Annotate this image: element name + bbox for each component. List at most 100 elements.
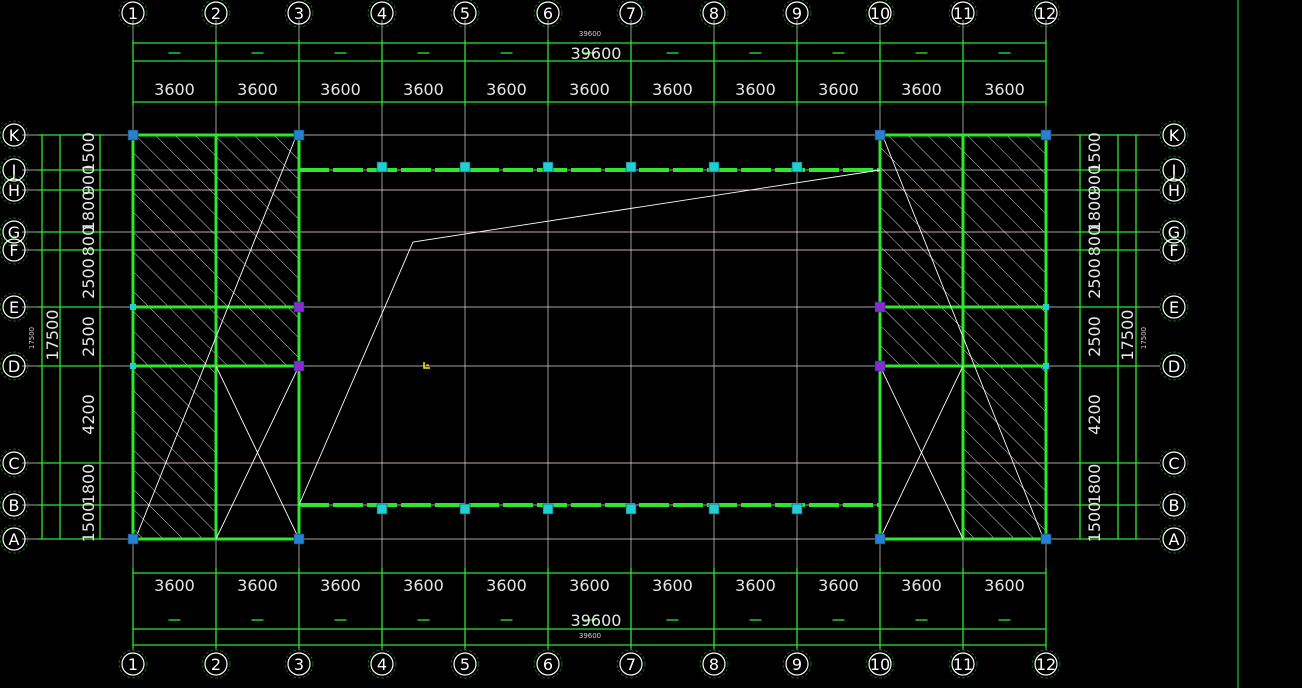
right-bay-label-9: 1500 (1085, 502, 1104, 543)
axis-right-B: B (1159, 490, 1189, 520)
axis-top-5: 5 (450, 0, 480, 28)
axis-bottom-9-label: 9 (792, 655, 802, 674)
axis-bottom-6-label: 6 (543, 655, 553, 674)
axis-bottom-8: 8 (699, 649, 729, 679)
column-cyan-top-2 (459, 161, 471, 173)
right-bay-label-6: 2500 (1085, 316, 1104, 357)
axis-top-9-label: 9 (792, 4, 802, 23)
right-bay-label-3: 1800 (1085, 191, 1104, 232)
column-cyan-bottom-5 (708, 503, 720, 515)
axis-top-3: 3 (284, 0, 314, 28)
axis-bottom-2-label: 2 (211, 655, 221, 674)
column-blue-4 (1040, 129, 1052, 141)
right-bay-label-7: 4200 (1085, 394, 1104, 435)
axis-bottom-11: 11 (948, 649, 978, 679)
left-total-dimension: 17500 (43, 310, 62, 361)
hatched-slab-8 (880, 307, 963, 366)
column-blue-6 (293, 533, 305, 545)
top-bay-label-3: 3600 (320, 80, 361, 99)
bottom-bay-label-9: 3600 (818, 576, 859, 595)
cad-drawing-canvas[interactable]: 3600 3600 3600 3600 3600 3600 3600 3600 3600 3600… (0, 0, 1302, 688)
axis-right-A: A (1159, 524, 1189, 554)
column-cyan-top-6 (791, 161, 803, 173)
axis-top-4: 4 (367, 0, 397, 28)
axis-left-E-label: E (9, 298, 19, 317)
axis-bottom-7: 7 (616, 649, 646, 679)
left-bay-label-3: 1800 (79, 191, 98, 232)
axis-left-C-label: C (8, 454, 19, 473)
bottom-bay-label-3: 3600 (320, 576, 361, 595)
column-blue-7 (874, 533, 886, 545)
axis-left-J-label: J (11, 161, 17, 180)
axis-left-H-label: H (8, 181, 20, 200)
axis-bottom-4: 4 (367, 649, 397, 679)
column-cyan-bottom-2 (459, 503, 471, 515)
column-cyan-top-5 (708, 161, 720, 173)
column-small-1 (130, 304, 136, 310)
axis-top-8-label: 8 (709, 4, 719, 23)
axis-bottom-4-label: 4 (377, 655, 387, 674)
right-bay-label-5: 2500 (1085, 258, 1104, 299)
axis-top-1-label: 1 (128, 4, 138, 23)
axis-bottom-11-label: 11 (953, 655, 973, 674)
top-bay-label-11: 3600 (984, 80, 1025, 99)
axis-left-B-label: B (9, 496, 20, 515)
axis-top-3-label: 3 (294, 4, 304, 23)
right-total-dimension: 17500 (1118, 310, 1137, 361)
axis-top-12: 12 (1031, 0, 1061, 28)
left-bay-label-6: 2500 (79, 316, 98, 357)
column-blue-8 (1040, 533, 1052, 545)
column-small-4 (1043, 363, 1049, 369)
axis-right-E-label: E (1169, 298, 1179, 317)
right-total-small: 17500 (1140, 327, 1148, 349)
axis-right-K-label: K (1169, 126, 1180, 145)
axis-top-11-label: 11 (953, 4, 973, 23)
axis-top-6-label: 6 (543, 4, 553, 23)
column-blue-1 (127, 129, 139, 141)
top-bay-label-1: 3600 (154, 80, 195, 99)
bottom-bay-label-2: 3600 (237, 576, 278, 595)
axis-top-5-label: 5 (460, 4, 470, 23)
column-cyan-bottom-1 (376, 503, 388, 515)
axis-right-J-label: J (1171, 161, 1177, 180)
column-purple-2 (293, 360, 305, 372)
axis-bottom-8-label: 8 (709, 655, 719, 674)
axis-bottom-10-label: 10 (870, 655, 890, 674)
left-bay-label-5: 2500 (79, 258, 98, 299)
axis-bottom-3: 3 (284, 649, 314, 679)
column-cyan-top-3 (542, 161, 554, 173)
column-cyan-bottom-4 (625, 503, 637, 515)
axis-left-K-label: K (9, 126, 20, 145)
axis-top-9: 9 (782, 0, 812, 28)
axis-bottom-3-label: 3 (294, 655, 304, 674)
top-total-dimension: 39600 (571, 44, 622, 63)
bottom-bay-label-5: 3600 (486, 576, 527, 595)
axis-right-D-label: D (1168, 357, 1180, 376)
axis-bottom-12-label: 12 (1036, 655, 1056, 674)
column-cyan-top-1 (376, 161, 388, 173)
axis-top-11: 11 (948, 0, 978, 28)
axis-right-B-label: B (1169, 496, 1180, 515)
axis-top-12-label: 12 (1036, 4, 1056, 23)
hatched-slab-4 (216, 307, 299, 366)
bottom-total-small: 39600 (579, 632, 601, 640)
bottom-total-dimension: 39600 (571, 611, 622, 630)
axis-right-F-label: F (1169, 241, 1178, 260)
column-cyan-top-4 (625, 161, 637, 173)
bottom-bay-label-11: 3600 (984, 576, 1025, 595)
bottom-bay-label-1: 3600 (154, 576, 195, 595)
top-bay-label-6: 3600 (569, 80, 610, 99)
guide-polyline (298, 169, 881, 506)
top-bay-label-10: 3600 (901, 80, 942, 99)
left-bay-label-4: 800 (79, 226, 98, 257)
axis-top-2-label: 2 (211, 4, 221, 23)
axis-bottom-5: 5 (450, 649, 480, 679)
axis-bottom-5-label: 5 (460, 655, 470, 674)
top-bay-label-5: 3600 (486, 80, 527, 99)
axis-right-C-label: C (1168, 454, 1179, 473)
axis-bottom-2: 2 (201, 649, 231, 679)
axis-right-E: E (1159, 292, 1189, 322)
axis-right-A-label: A (1169, 530, 1180, 549)
axis-top-6: 6 (533, 0, 563, 28)
column-small-2 (130, 363, 136, 369)
